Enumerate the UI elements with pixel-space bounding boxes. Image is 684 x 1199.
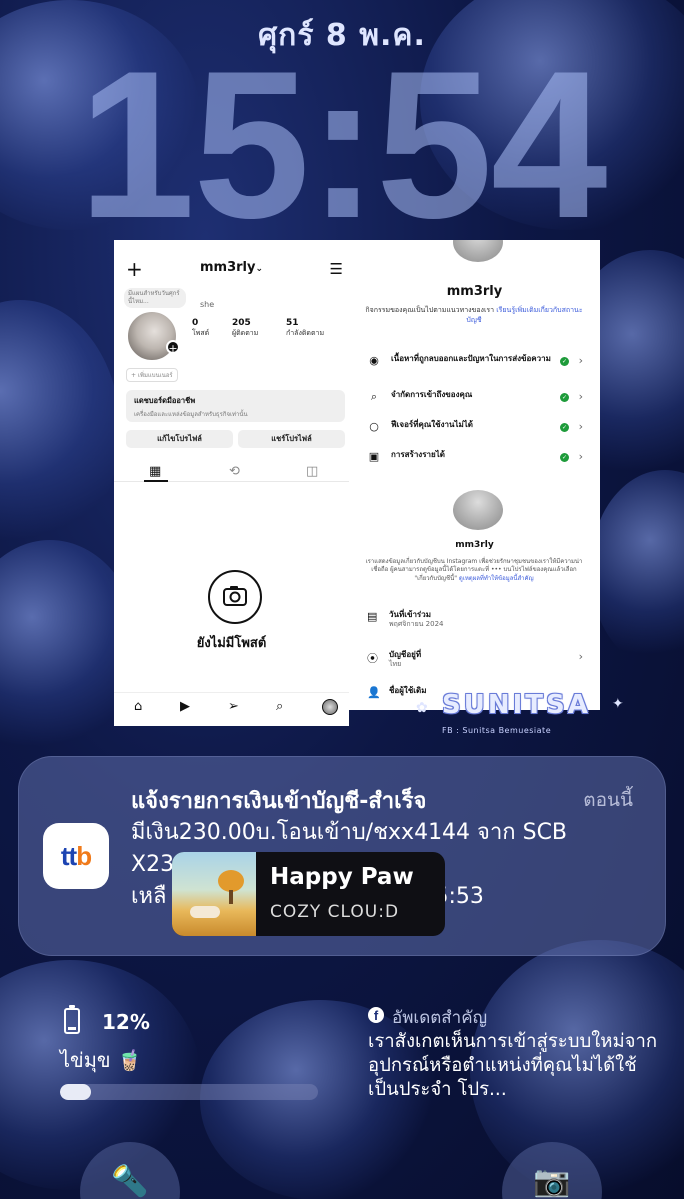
lockscreen-clock: 15:54 [78,27,607,262]
account-username: mm3rly [446,284,503,299]
status-row-limited-reach[interactable]: ⌕ จำกัดการเข้าถึงของคุณ ✓ › [367,388,593,410]
active-tab-indicator [144,480,168,482]
professional-dashboard[interactable]: แดชบอร์ดมืออาชีพ เครื่องมือและแหล่งข้อมู… [126,390,345,422]
check-icon: ✓ [560,393,569,402]
date-joined-row: ▤ วันที่เข้าร่วม พฤศจิกายน 2024 [367,610,444,628]
chat-bubble-icon: ○ [369,420,379,433]
sparkle-icon: ✦ [612,696,624,712]
battery-bar-fill [60,1084,91,1100]
battery-bar [60,1084,318,1100]
about-why-link[interactable]: ดูเหตุผลที่ทำให้ข้อมูลนี้สำคัญ [459,575,534,582]
status-row-removed-content[interactable]: ◉ เนื้อหาที่ถูกลบออกและปัญหาในการส่งข้อค… [367,352,593,374]
edit-profile-button[interactable]: แก้ไขโปรไฟล์ [126,430,233,448]
watermark-text: SUNITSA [442,690,591,720]
about-username: mm3rly [455,540,494,550]
profile-header: + mm3rly⌄ ☰ [114,258,349,282]
avatar [453,490,503,530]
search-icon: ⌕ [370,390,378,403]
send-icon[interactable]: ➢ [228,699,239,714]
check-icon: ✓ [560,453,569,462]
flashlight-icon: 🔦 [111,1164,149,1199]
profile-tabs: ▦ ⟲ ◫ [114,460,349,482]
user-icon: 👤 [367,686,381,699]
camera-icon [208,570,262,624]
chevron-right-icon: › [578,420,583,433]
home-icon[interactable]: ⌂ [134,699,142,714]
flashlight-button[interactable]: 🔦 [80,1142,180,1199]
notification-time: ตอนนี้ [583,789,633,811]
reels-icon[interactable]: ▶ [180,699,190,714]
followers-stat[interactable]: 205 ผู้ติดตาม [232,318,258,339]
camera-button[interactable]: 📷 [502,1142,602,1199]
chevron-right-icon: › [578,354,583,367]
song-artist: COZY CLOU:D [270,902,400,922]
reposts-icon[interactable]: ⟲ [229,464,240,479]
bio-name: she [200,300,215,309]
account-status-description: กิจกรรมของคุณเป็นไปตามแนวทางของเรา เรียน… [365,306,583,324]
avatar [453,240,503,262]
search-icon[interactable]: ⌕ [276,699,283,714]
no-posts-label: ยังไม่มีโพสต์ [196,636,267,651]
song-title: Happy Paw [270,864,414,890]
album-art [172,852,256,936]
chevron-right-icon: › [578,390,583,403]
music-popup[interactable]: Happy Paw COZY CLOU:D [172,852,445,936]
share-profile-button[interactable]: แชร์โปรไฟล์ [238,430,345,448]
chevron-down-icon: ⌄ [255,264,264,274]
check-icon: ✓ [560,357,569,366]
instagram-profile-screenshot[interactable]: + mm3rly⌄ ☰ มีแผนสำหรับวันศุกร์นี้ไหม...… [114,240,349,726]
following-stat[interactable]: 51 กำลังติดตาม [286,318,324,339]
check-icon: ✓ [560,423,569,432]
watermark-sticker: ✿ ✦ SUNITSA FB : Sunitsa Bemuesiate [414,688,634,746]
battery-percent: 12% [102,1010,150,1034]
battery-device-name: ไข่มุข 🧋 [60,1048,142,1072]
status-row-monetization[interactable]: ▣ การสร้างรายได้ ✓ › [367,448,593,470]
chevron-right-icon: › [578,450,583,463]
about-account-text: เราแสดงข้อมูลเกี่ยวกับบัญชีบน Instagram … [365,558,583,582]
hamburger-menu-icon[interactable]: ☰ [330,260,343,278]
posts-stat[interactable]: 0 โพสต์ [192,318,209,339]
grid-icon[interactable]: ▦ [149,464,161,479]
account-status-screenshot[interactable]: mm3rly กิจกรรมของคุณเป็นไปตามแนวทางของเร… [349,240,600,710]
note-bubble[interactable]: มีแผนสำหรับวันศุกร์นี้ไหม... [124,288,186,308]
add-banner-chip[interactable]: + เพิ่มแบนเนอร์ [126,368,178,382]
profile-username[interactable]: mm3rly⌄ [114,260,349,275]
bottom-nav: ⌂ ▶ ➢ ⌕ [114,692,349,722]
tagged-icon[interactable]: ◫ [306,464,318,479]
user-circle-icon: ◉ [369,354,379,367]
add-story-icon[interactable]: + [166,340,180,355]
watermark-subtext: FB : Sunitsa Bemuesiate [442,726,552,735]
account-country-row[interactable]: ⦿ บัญชีอยู่ที่ ไทย › [367,648,593,678]
sparkle-icon: ✿ [416,700,428,716]
facebook-widget-body: เราสังเกตเห็นการเข้าสู่ระบบใหม่จากอุปกรณ… [368,1031,658,1100]
facebook-widget-title: อัพเดตสำคัญ [392,1008,488,1028]
location-pin-icon: ⦿ [367,652,378,665]
camera-icon: 📷 [533,1164,571,1199]
notification-title: แจ้งรายการเงินเข้าบัญชี-สำเร็จ [131,789,427,814]
profile-avatar-icon[interactable] [322,699,338,715]
profile-actions: แก้ไขโปรไฟล์ แชร์โปรไฟล์ [126,430,345,448]
chevron-right-icon: › [578,650,583,663]
phone-battery-icon [64,1005,80,1034]
money-icon: ▣ [368,450,380,463]
ttb-app-icon: ttb [43,823,109,889]
ttb-logo: ttb [60,841,92,871]
facebook-icon: f [368,1007,384,1023]
status-row-features[interactable]: ○ ฟีเจอร์ที่คุณใช้งานไม่ได้ ✓ › [367,418,593,440]
calendar-icon: ▤ [367,610,378,623]
